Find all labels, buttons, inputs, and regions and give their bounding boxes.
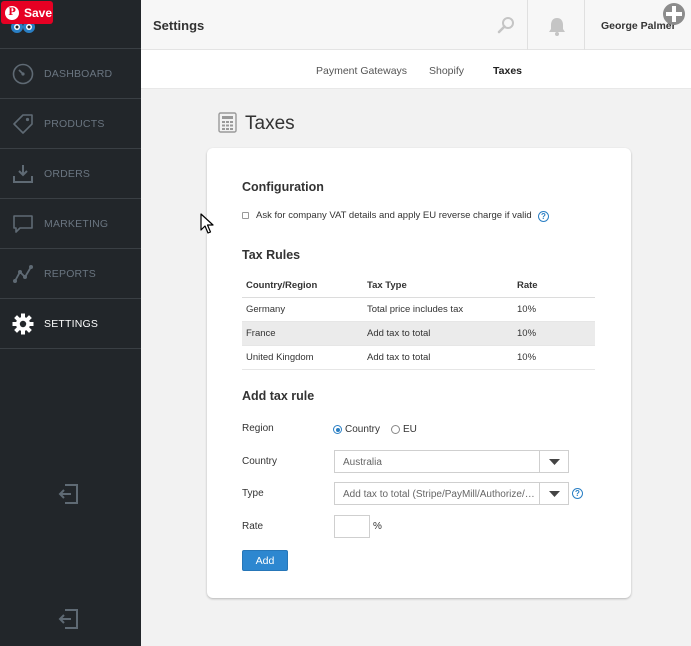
settings-tabs: Payment Gateways Shopify Taxes	[141, 50, 691, 89]
rate-label: Rate	[242, 521, 264, 532]
logout-icon[interactable]	[57, 608, 79, 630]
type-select[interactable]: Add tax to total (Stripe/PayMill/Authori…	[334, 482, 569, 505]
vat-reverse-charge-label: Ask for company VAT details and apply EU…	[256, 210, 532, 221]
tab-payment-gateways[interactable]: Payment Gateways	[316, 65, 407, 77]
gear-icon	[11, 312, 35, 336]
help-icon[interactable]: ?	[538, 211, 549, 222]
sidebar-item-label: PRODUCTS	[44, 117, 105, 130]
top-bar: Settings George Palmer	[141, 0, 691, 50]
column-header: Country/Region	[242, 274, 363, 298]
tax-rules-table: Country/Region Tax Type Rate Germany Tot…	[242, 274, 595, 370]
sidebar-item-reports[interactable]: REPORTS	[0, 249, 141, 299]
table-row[interactable]: Germany Total price includes tax 10%	[242, 297, 595, 322]
header-divider	[584, 0, 585, 50]
region-country-radio[interactable]	[333, 425, 342, 434]
sidebar-item-products[interactable]: PRODUCTS	[0, 99, 141, 149]
sidebar-item-label: SETTINGS	[44, 317, 99, 330]
sidebar-item-label: MARKETING	[44, 217, 109, 230]
cell-tax-type: Add tax to total	[363, 321, 513, 346]
sidebar-item-label: DASHBOARD	[44, 67, 113, 80]
add-tax-rule-title: Add tax rule	[242, 389, 315, 403]
search-icon[interactable]	[497, 16, 515, 34]
line-graph-icon	[11, 262, 35, 286]
region-eu-label: EU	[403, 424, 417, 435]
column-header: Tax Type	[363, 274, 513, 298]
cell-country: Germany	[242, 297, 363, 322]
region-eu-radio[interactable]	[391, 425, 400, 434]
vat-reverse-charge-checkbox[interactable]	[242, 212, 249, 219]
cell-country: France	[242, 321, 363, 346]
logout-icon[interactable]	[57, 483, 79, 505]
table-row[interactable]: United Kingdom Add tax to total 10%	[242, 345, 595, 370]
type-label: Type	[242, 488, 264, 499]
configuration-title: Configuration	[242, 180, 324, 194]
column-header: Rate	[513, 274, 595, 298]
tab-shopify[interactable]: Shopify	[429, 65, 464, 77]
calculator-icon	[218, 112, 237, 133]
cell-rate: 10%	[513, 297, 595, 322]
plus-circle-icon[interactable]	[661, 1, 687, 27]
sidebar-item-dashboard[interactable]: DASHBOARD	[0, 49, 141, 99]
logo-area: P Save	[0, 0, 141, 49]
cell-rate: 10%	[513, 345, 595, 370]
cell-rate: 10%	[513, 321, 595, 346]
bell-icon[interactable]	[546, 15, 568, 37]
type-select-value: Add tax to total (Stripe/PayMill/Authori…	[343, 489, 538, 500]
cell-tax-type: Total price includes tax	[363, 297, 513, 322]
page-title: Taxes	[245, 113, 295, 134]
rate-unit: %	[373, 521, 382, 532]
region-label: Region	[242, 423, 274, 434]
add-button[interactable]: Add	[242, 550, 288, 571]
chevron-down-icon[interactable]	[539, 483, 568, 504]
region-country-label: Country	[345, 424, 381, 435]
sidebar-item-settings[interactable]: SETTINGS	[0, 299, 141, 349]
gauge-icon	[11, 62, 35, 86]
table-row[interactable]: France Add tax to total 10%	[242, 321, 595, 346]
speech-bubble-icon	[11, 212, 35, 236]
page-heading: Settings	[153, 18, 205, 33]
sidebar-item-marketing[interactable]: MARKETING	[0, 199, 141, 249]
country-select-value: Australia	[343, 457, 382, 468]
chevron-down-icon[interactable]	[539, 451, 568, 472]
cell-tax-type: Add tax to total	[363, 345, 513, 370]
pinterest-save-button[interactable]: P Save	[1, 1, 53, 24]
sidebar-item-label: REPORTS	[44, 267, 96, 280]
rate-input[interactable]	[334, 515, 370, 538]
header-divider	[527, 0, 528, 50]
sidebar-item-orders[interactable]: ORDERS	[0, 149, 141, 199]
sidebar-item-label: ORDERS	[44, 167, 91, 180]
tag-icon	[11, 112, 35, 136]
download-tray-icon	[11, 162, 35, 186]
taxes-card: Configuration Ask for company VAT detail…	[207, 148, 631, 598]
pinterest-icon: P	[5, 5, 19, 20]
cell-country: United Kingdom	[242, 345, 363, 370]
mouse-cursor-icon	[200, 213, 214, 234]
help-icon[interactable]: ?	[572, 488, 583, 499]
pinterest-save-label: Save	[24, 5, 53, 20]
tab-taxes[interactable]: Taxes	[493, 65, 522, 77]
country-select[interactable]: Australia	[334, 450, 569, 473]
table-header-row: Country/Region Tax Type Rate	[242, 274, 595, 298]
tax-rules-title: Tax Rules	[242, 248, 301, 262]
sidebar: P Save DASHBOARD PRODUCTS ORDERS MARKETI…	[0, 0, 141, 646]
country-label: Country	[242, 456, 278, 467]
